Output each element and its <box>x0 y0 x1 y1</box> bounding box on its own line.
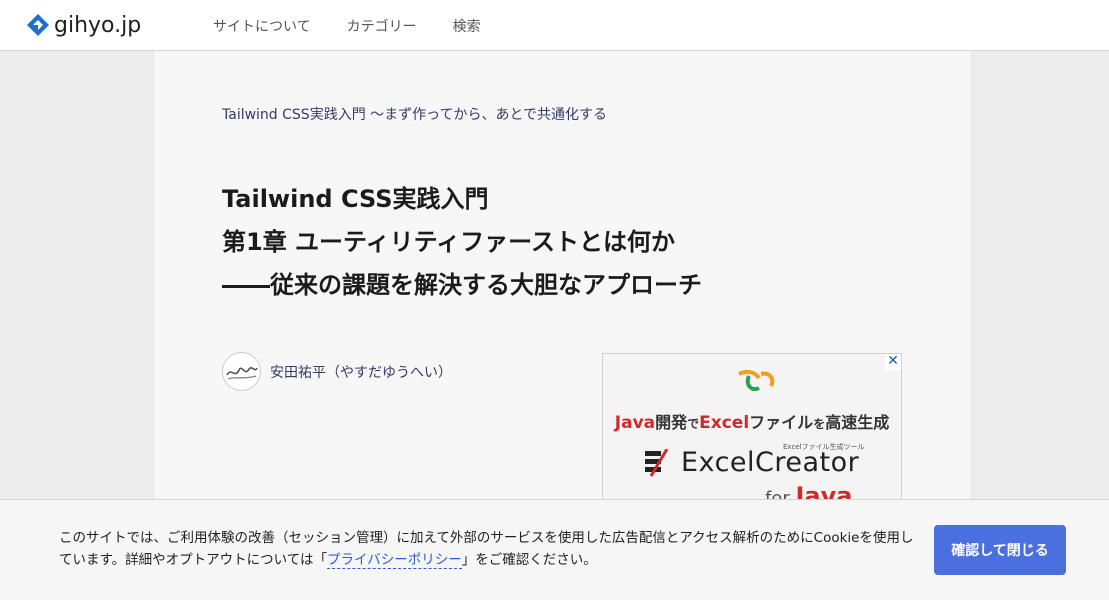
nav-item-category[interactable]: カテゴリー <box>347 16 417 36</box>
cookie-confirm-button[interactable]: 確認して閉じる <box>934 525 1066 575</box>
logo-mark-icon <box>27 14 49 36</box>
author-block[interactable]: 安田祐平（やすだゆうへい） <box>222 352 452 391</box>
ad-headline-de: で <box>687 417 700 431</box>
ad-product-name: ExcelCreator <box>681 447 860 478</box>
ad-headline-part3: 高速生成 <box>825 413 890 432</box>
nav-item-about[interactable]: サイトについて <box>213 16 311 36</box>
ad-headline: Java開発でExcelファイルを高速生成 <box>603 409 901 433</box>
nav-item-search[interactable]: 検索 <box>453 16 481 36</box>
cookie-banner: このサイトでは、ご利用体験の改善（セッション管理）に加えて外部のサービスを使用し… <box>0 499 1109 600</box>
site-logo[interactable]: gihyo.jp <box>26 11 141 39</box>
ad-banner[interactable]: ✕ Java開発でExcelファイルを高速生成 Excelファイル生成ツール E… <box>602 353 902 513</box>
ad-headline-excel: Excel <box>699 413 750 433</box>
article-title: Tailwind CSS実践入門 第1章 ユーティリティファーストとは何か ――… <box>222 178 882 307</box>
author-name-kanji: 安田祐平 <box>270 364 326 381</box>
site-header: gihyo.jp サイトについて カテゴリー 検索 <box>0 0 1109 51</box>
cookie-message: このサイトでは、ご利用体験の改善（セッション管理）に加えて外部のサービスを使用し… <box>59 527 919 571</box>
ad-headline-java: Java <box>614 413 656 433</box>
ad-product: ExcelCreator <box>645 447 859 478</box>
title-line-3: ――従来の課題を解決する大胆なアプローチ <box>222 271 702 299</box>
ad-headline-part2: ファイル <box>749 413 814 432</box>
close-icon[interactable]: ✕ <box>885 354 901 370</box>
title-line-1: Tailwind CSS実践入門 <box>222 185 489 213</box>
series-breadcrumb-link[interactable]: Tailwind CSS実践入門 ～まず作ってから、あとで共通化する <box>222 104 607 124</box>
main-nav: サイトについて カテゴリー 検索 <box>213 16 481 36</box>
author-name-reading: （やすだゆうへい） <box>326 364 452 381</box>
ad-headline-wo: を <box>813 417 826 431</box>
author-avatar[interactable] <box>222 352 261 391</box>
advance-logo-icon <box>738 369 775 391</box>
logo-text: gihyo.jp <box>54 12 142 38</box>
privacy-policy-link[interactable]: プライバシーポリシー <box>326 552 462 569</box>
author-name[interactable]: 安田祐平（やすだゆうへい） <box>270 362 452 382</box>
ad-headline-part1: 開発 <box>655 413 688 432</box>
excelcreator-logo-icon <box>645 448 669 477</box>
cookie-text-after: 」をご確認ください。 <box>461 552 597 568</box>
title-line-2: 第1章 ユーティリティファーストとは何か <box>222 228 675 256</box>
signature-icon <box>225 366 258 380</box>
